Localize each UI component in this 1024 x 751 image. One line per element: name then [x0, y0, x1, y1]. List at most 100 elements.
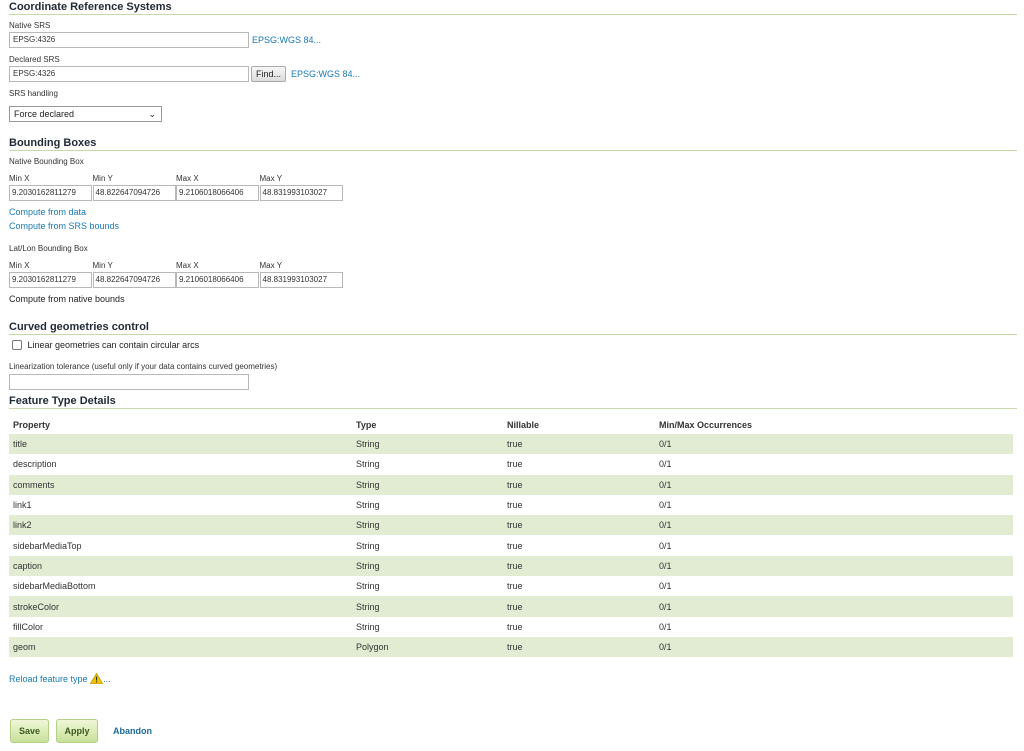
nillable-cell: true — [503, 596, 655, 617]
table-row: description String true 0/1 — [9, 454, 1013, 474]
property-cell: strokeColor — [9, 596, 352, 617]
table-header-row: Property Type Nillable Min/Max Occurrenc… — [9, 416, 1013, 434]
type-cell: Polygon — [352, 636, 503, 658]
table-row: link1 String true 0/1 — [9, 495, 1013, 515]
crs-section-title: Coordinate Reference Systems — [9, 0, 1017, 15]
occurrences-cell: 0/1 — [655, 434, 1013, 455]
native-minx-label: Min X — [9, 174, 30, 183]
circular-arcs-label: Linear geometries can contain circular a… — [27, 339, 200, 350]
nillable-cell: true — [507, 621, 523, 632]
occurrences-cell: 0/1 — [659, 459, 672, 470]
curved-section-title: Curved geometries control — [9, 320, 1017, 335]
table-row: geom Polygon true 0/1 — [9, 636, 1013, 658]
compute-from-native-link[interactable]: Compute from native bounds — [9, 294, 125, 304]
table-row: link2 String true 0/1 — [9, 515, 1013, 536]
occurrences-cell: 0/1 — [655, 636, 1013, 658]
nillable-cell: true — [507, 500, 523, 511]
action-bar — [0, 712, 1024, 751]
nillable-cell: true — [507, 459, 523, 470]
nillable-cell: true — [503, 636, 655, 658]
srs-handling-label: SRS handling — [9, 89, 58, 98]
column-header-occurrences: Min/Max Occurrences — [659, 420, 753, 430]
column-header-nillable: Nillable — [507, 420, 540, 430]
type-cell: String — [356, 540, 380, 551]
find-srs-button[interactable]: Find... — [251, 66, 287, 82]
nillable-cell: true — [507, 540, 523, 551]
circular-arcs-checkbox[interactable] — [12, 339, 22, 350]
occurrences-cell: 0/1 — [659, 540, 672, 551]
native-srs-label: Native SRS — [9, 21, 51, 30]
abandon-link[interactable]: Abandon — [113, 726, 152, 736]
table-row: comments String true 0/1 — [9, 474, 1013, 495]
type-cell: String — [352, 555, 503, 577]
native-maxy-field[interactable]: 48.831993103027 — [259, 185, 343, 201]
property-cell: link2 — [9, 515, 352, 536]
native-bbox-label: Native Bounding Box — [9, 157, 84, 166]
declared-srs-link[interactable]: EPSG:WGS 84... — [291, 69, 360, 79]
feature-type-table: Property Type Nillable Min/Max Occurrenc… — [9, 416, 1013, 658]
table-row: sidebarMediaTop String true 0/1 — [9, 535, 1013, 555]
occurrences-cell: 0/1 — [655, 596, 1013, 617]
srs-handling-value: Force declared — [14, 109, 75, 119]
table-row: sidebarMediaBottom String true 0/1 — [9, 576, 1013, 596]
nillable-cell: true — [503, 515, 655, 536]
native-miny-field[interactable]: 48.822647094726 — [92, 185, 176, 201]
latlon-miny-field[interactable]: 48.822647094726 — [92, 272, 176, 288]
latlon-maxx-label: Max X — [176, 261, 199, 270]
type-cell: String — [352, 434, 503, 455]
property-cell: description — [13, 459, 57, 470]
tolerance-field[interactable] — [9, 374, 249, 390]
occurrences-cell: 0/1 — [659, 621, 672, 632]
native-maxx-label: Max X — [176, 174, 199, 183]
property-cell: comments — [9, 474, 352, 495]
reload-ellipsis: ... — [103, 673, 111, 684]
occurrences-cell: 0/1 — [659, 581, 672, 592]
native-maxx-field[interactable]: 9.2106018066406 — [176, 185, 259, 201]
srs-handling-select[interactable]: Force declared ⌄ — [9, 106, 162, 122]
property-cell: link1 — [13, 500, 32, 511]
type-cell: String — [356, 621, 380, 632]
table-row: fillColor String true 0/1 — [9, 617, 1013, 637]
nillable-cell: true — [503, 555, 655, 577]
latlon-maxx-field[interactable]: 9.2106018066406 — [176, 272, 259, 288]
latlon-bbox-label: Lat/Lon Bounding Box — [9, 244, 88, 253]
property-cell: sidebarMediaTop — [13, 540, 82, 551]
column-header-property: Property — [13, 420, 51, 430]
chevron-down-icon: ⌄ — [148, 109, 156, 119]
warning-icon — [89, 672, 104, 686]
latlon-maxy-field[interactable]: 48.831993103027 — [259, 272, 343, 288]
latlon-miny-label: Min Y — [92, 261, 113, 270]
property-cell: title — [9, 434, 352, 455]
native-minx-field[interactable]: 9.2030162811279 — [9, 185, 92, 201]
compute-from-srs-link[interactable]: Compute from SRS bounds — [9, 221, 119, 231]
apply-button[interactable]: Apply — [56, 719, 98, 743]
table-row: strokeColor String true 0/1 — [9, 596, 1013, 617]
property-cell: sidebarMediaBottom — [13, 581, 96, 592]
declared-srs-field[interactable]: EPSG:4326 — [9, 66, 249, 82]
property-cell: caption — [9, 555, 352, 577]
occurrences-cell: 0/1 — [655, 474, 1013, 495]
reload-feature-type-row: Reload feature type ... — [9, 672, 111, 686]
occurrences-cell: 0/1 — [655, 515, 1013, 536]
save-button[interactable]: Save — [10, 719, 49, 743]
native-maxy-label: Max Y — [259, 174, 283, 183]
native-srs-field[interactable]: EPSG:4326 — [9, 32, 249, 48]
column-header-type: Type — [356, 420, 377, 430]
table-row: caption String true 0/1 — [9, 555, 1013, 577]
type-cell: String — [356, 500, 380, 511]
latlon-maxy-label: Max Y — [259, 261, 283, 270]
latlon-bbox-headers: Min X Min Y Max X Max Y — [9, 261, 343, 270]
property-cell: fillColor — [13, 621, 44, 632]
nillable-cell: true — [503, 434, 655, 455]
latlon-minx-field[interactable]: 9.2030162811279 — [9, 272, 92, 288]
compute-from-data-link[interactable]: Compute from data — [9, 207, 86, 217]
native-srs-link[interactable]: EPSG:WGS 84... — [252, 35, 321, 45]
type-cell: String — [356, 459, 380, 470]
type-cell: String — [352, 596, 503, 617]
nillable-cell: true — [503, 474, 655, 495]
reload-feature-type-link[interactable]: Reload feature type — [9, 674, 88, 684]
nillable-cell: true — [507, 581, 523, 592]
bbox-section-title: Bounding Boxes — [9, 136, 1017, 151]
native-bbox-headers: Min X Min Y Max X Max Y — [9, 174, 343, 183]
occurrences-cell: 0/1 — [659, 500, 672, 511]
